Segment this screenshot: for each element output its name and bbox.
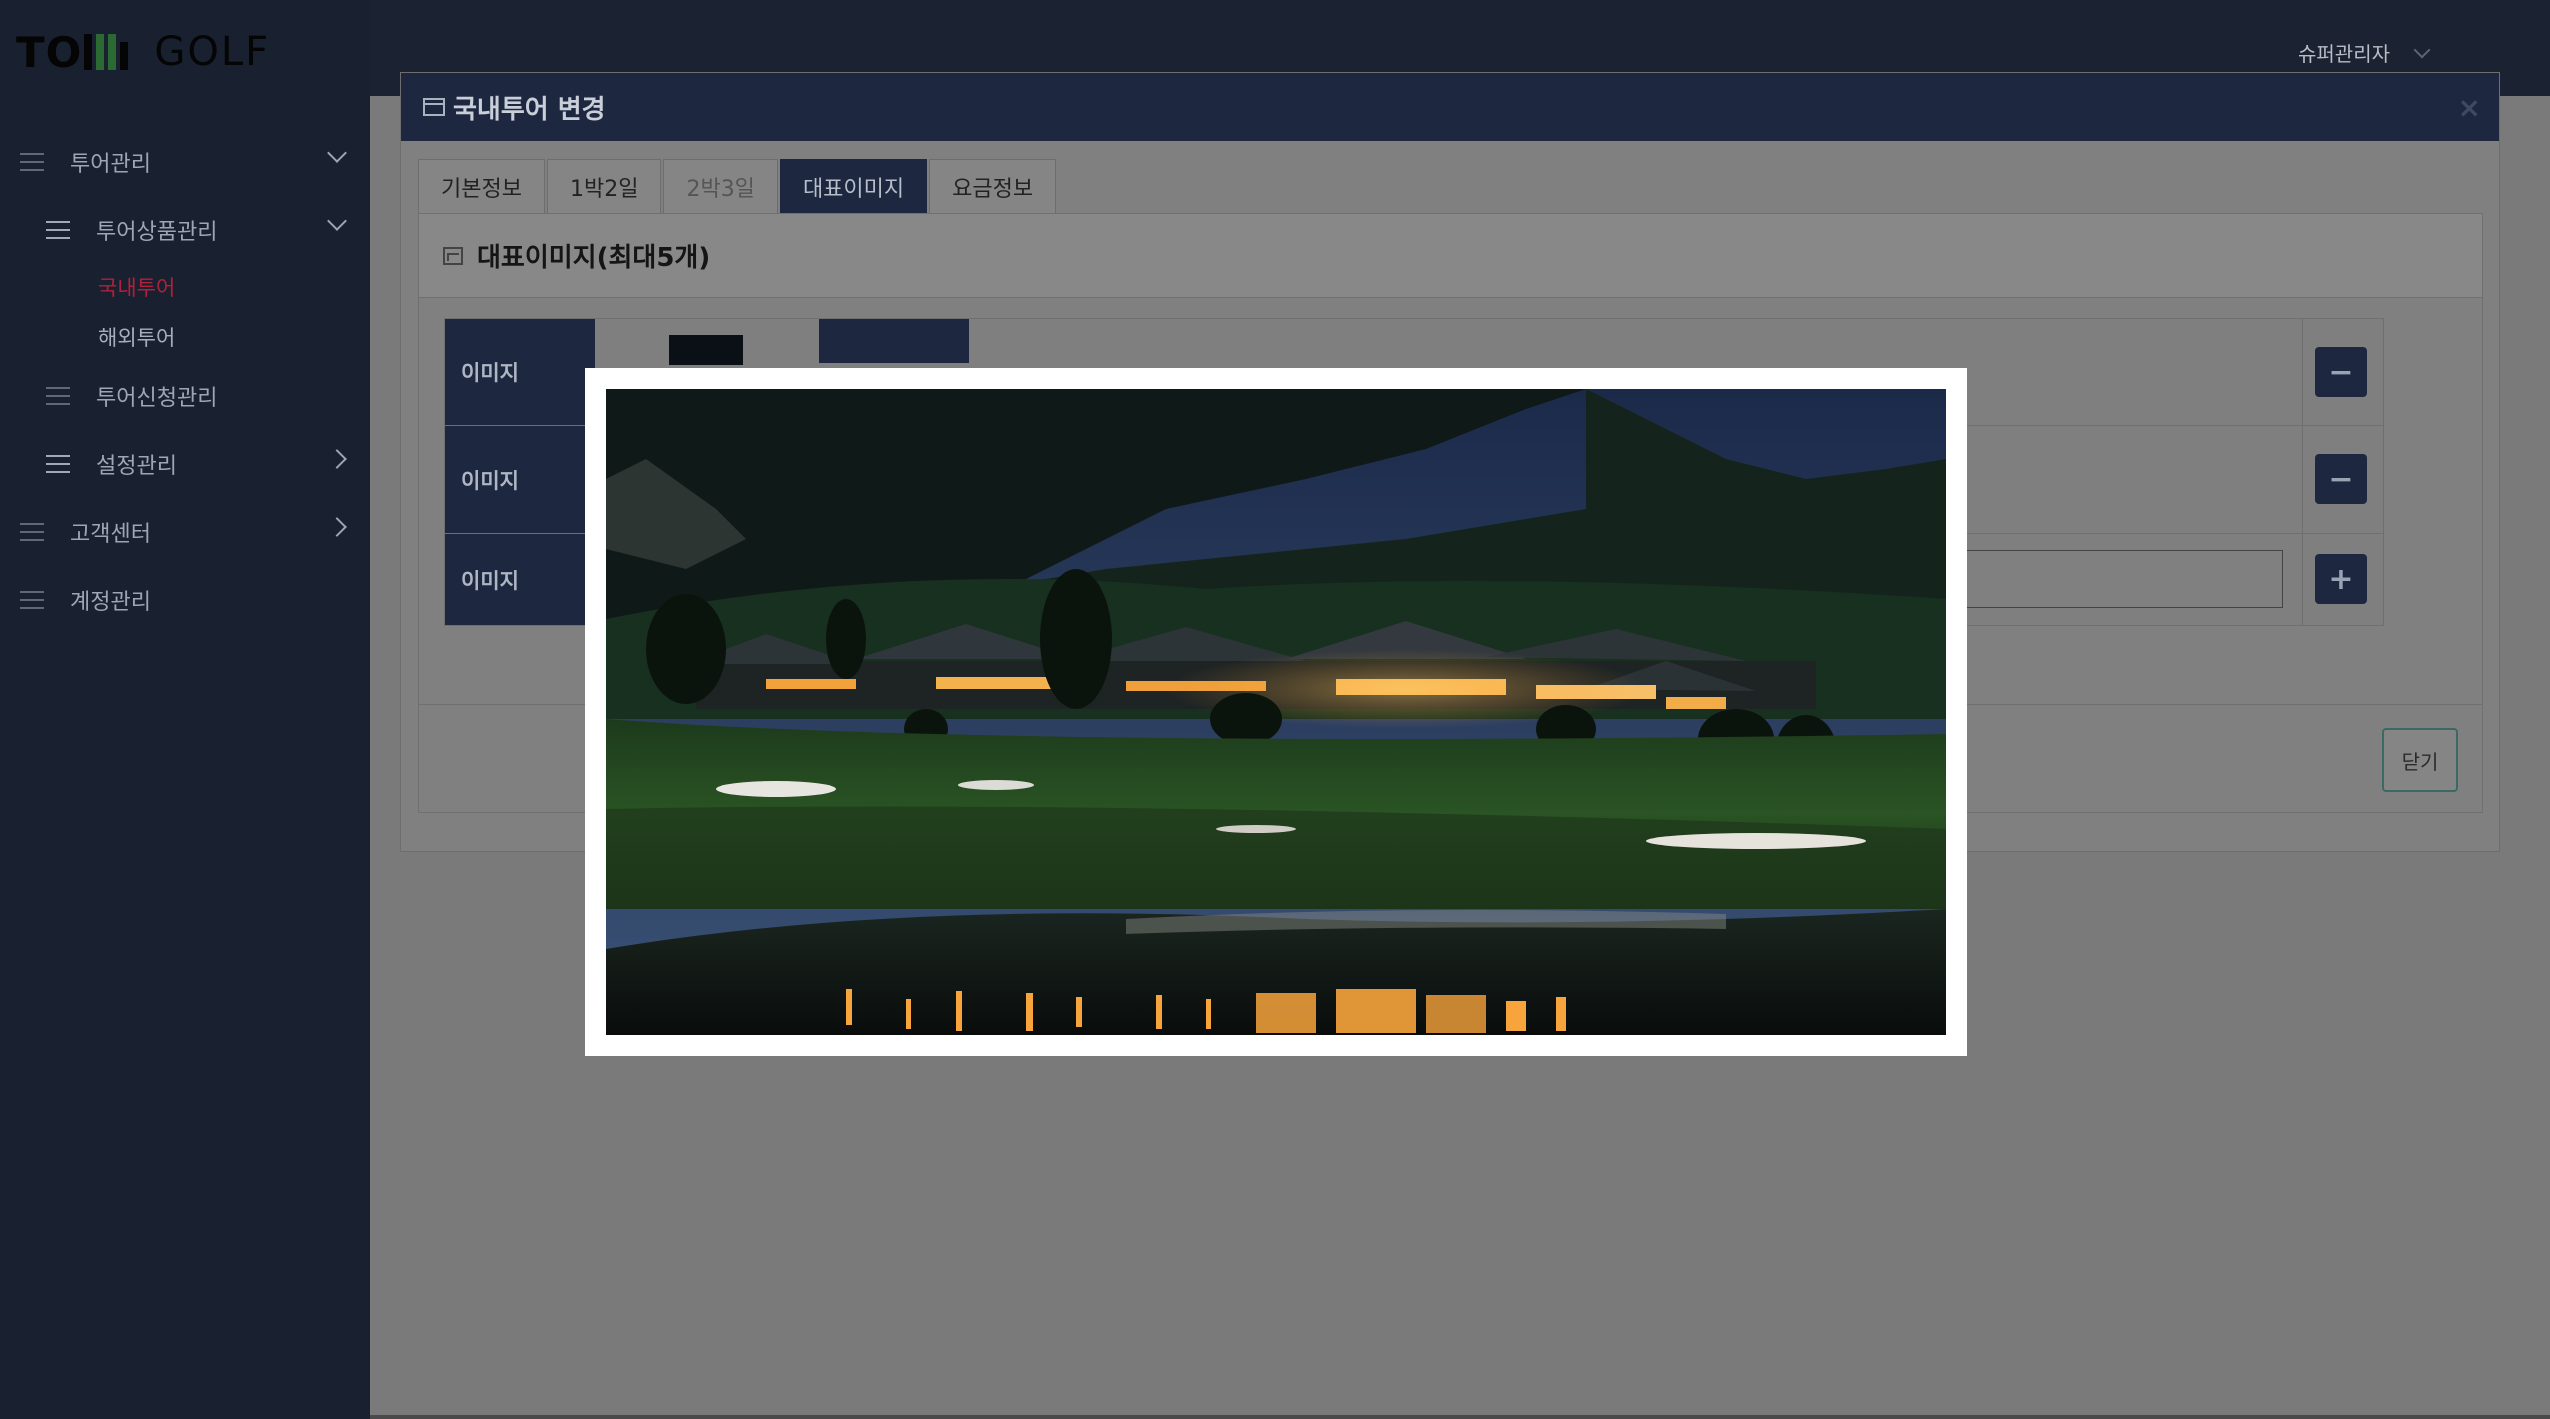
sidebar-item-overseas-tour[interactable]: 해외투어 bbox=[98, 322, 175, 352]
sidebar-item-accounts[interactable]: 계정관리 bbox=[20, 584, 370, 616]
row-label-secondary bbox=[819, 319, 969, 363]
sidebar-item-label: 계정관리 bbox=[70, 590, 151, 615]
tab-2-nights-3-days[interactable]: 2박3일 bbox=[663, 159, 778, 213]
chevron-down-icon bbox=[327, 211, 347, 231]
tab-main-images[interactable]: 대표이미지 bbox=[779, 159, 928, 213]
sidebar-item-label: 투어신청관리 bbox=[96, 386, 218, 411]
list-icon bbox=[46, 221, 70, 239]
tab-basic-info[interactable]: 기본정보 bbox=[418, 159, 545, 213]
divider bbox=[2302, 319, 2303, 425]
sidebar: TO GOLF 투어관리 투어상품관리 국내투어 해외투어 투어신청관리 설정관… bbox=[0, 0, 370, 1419]
row-label: 이미지 bbox=[445, 426, 595, 533]
sidebar-item-label: 설정관리 bbox=[96, 454, 177, 479]
divider bbox=[2302, 534, 2303, 625]
brand-logo[interactable]: TO GOLF bbox=[16, 27, 271, 77]
remove-image-button[interactable]: − bbox=[2315, 454, 2367, 504]
logo-bars-icon bbox=[84, 34, 129, 70]
sidebar-item-label: 투어상품관리 bbox=[96, 220, 218, 245]
sidebar-item-domestic-tour[interactable]: 국내투어 bbox=[98, 272, 175, 302]
row-label: 이미지 bbox=[445, 319, 595, 425]
close-icon[interactable]: × bbox=[2458, 91, 2481, 124]
chevron-down-icon bbox=[2413, 41, 2431, 58]
sidebar-item-customer-center[interactable]: 고객센터 bbox=[20, 516, 370, 548]
user-menu[interactable]: 슈퍼관리자 bbox=[2298, 38, 2431, 67]
list-icon bbox=[46, 455, 70, 473]
preview-image bbox=[606, 389, 1946, 1035]
window-icon bbox=[423, 98, 445, 116]
list-icon bbox=[20, 591, 44, 609]
list-icon bbox=[46, 387, 70, 405]
sidebar-item-label: 투어관리 bbox=[70, 152, 151, 177]
add-image-button[interactable]: + bbox=[2315, 554, 2367, 604]
divider bbox=[2302, 426, 2303, 533]
tab-1-night-2-days[interactable]: 1박2일 bbox=[546, 159, 662, 213]
sidebar-item-tour-management[interactable]: 투어관리 bbox=[20, 143, 370, 178]
section-title: 대표이미지(최대5개) bbox=[477, 243, 711, 273]
chevron-down-icon bbox=[327, 143, 347, 163]
dialog-tabs: 기본정보 1박2일 2박3일 대표이미지 요금정보 bbox=[418, 159, 1058, 213]
row-label: 이미지 bbox=[445, 534, 595, 625]
user-name: 슈퍼관리자 bbox=[2298, 42, 2390, 66]
chevron-right-icon bbox=[327, 517, 347, 537]
dialog-header: 국내투어 변경 × bbox=[401, 73, 2499, 141]
logo-text-left: TO bbox=[16, 27, 83, 77]
list-icon bbox=[20, 523, 44, 541]
sidebar-item-label: 고객센터 bbox=[70, 522, 151, 547]
sidebar-item-tour-applications[interactable]: 투어신청관리 bbox=[46, 380, 370, 412]
sidebar-item-settings[interactable]: 설정관리 bbox=[46, 448, 370, 480]
section-header: 대표이미지(최대5개) bbox=[419, 214, 2482, 298]
dialog-title: 국내투어 변경 bbox=[453, 94, 606, 125]
list-icon bbox=[20, 153, 44, 171]
chevron-right-icon bbox=[327, 449, 347, 469]
image-icon bbox=[443, 246, 463, 265]
divider bbox=[370, 1415, 2550, 1419]
logo-text-right: GOLF bbox=[154, 29, 271, 75]
sidebar-item-tour-products[interactable]: 투어상품관리 bbox=[46, 211, 370, 246]
remove-image-button[interactable]: − bbox=[2315, 347, 2367, 397]
image-thumbnail[interactable] bbox=[669, 335, 743, 365]
image-lightbox[interactable] bbox=[585, 368, 1967, 1056]
tab-pricing[interactable]: 요금정보 bbox=[929, 159, 1057, 213]
close-button[interactable]: 닫기 bbox=[2382, 728, 2458, 792]
